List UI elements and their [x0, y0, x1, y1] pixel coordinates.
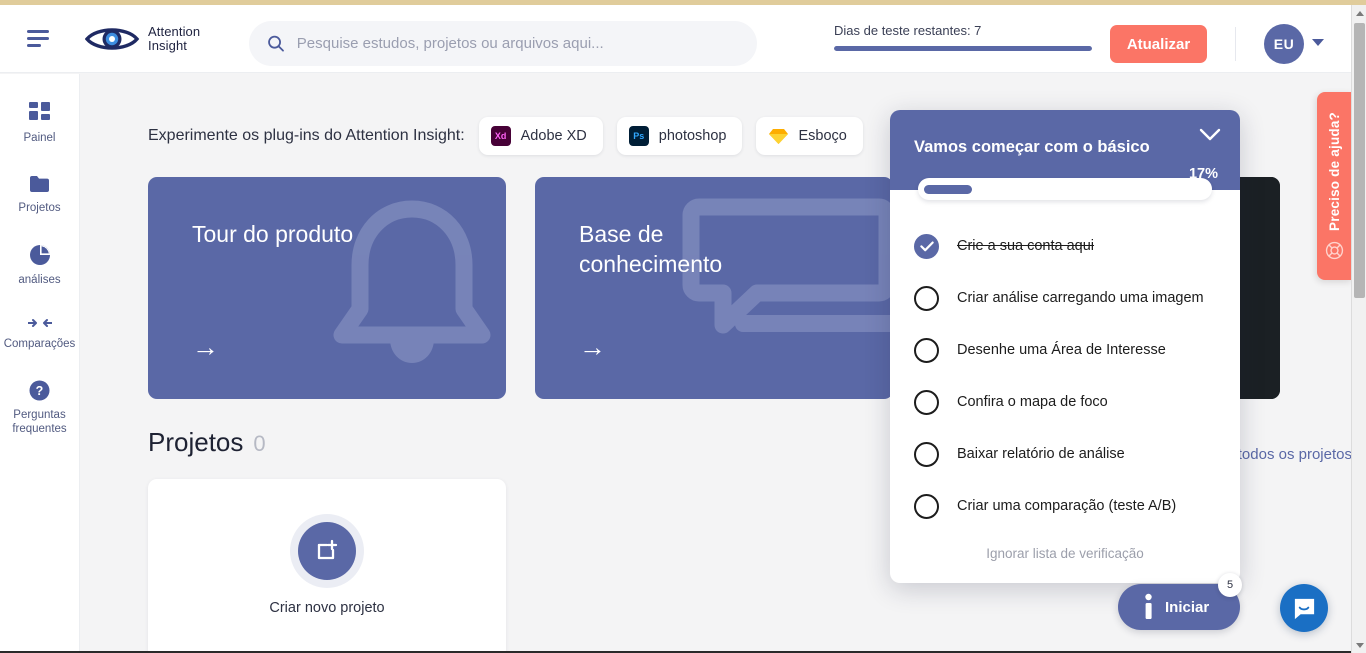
app-header: Attention Insight Dias de teste restante…	[0, 5, 1352, 73]
checklist-progress-fill	[924, 184, 972, 194]
plugin-label: Adobe XD	[520, 128, 587, 144]
checklist-item-label: Confira o mapa de foco	[957, 394, 1108, 410]
sidebar-item-painel[interactable]: Painel	[0, 102, 79, 145]
card-base-de-conhecimento[interactable]: Base de conhecimento →	[535, 177, 893, 399]
skip-checklist-link[interactable]: Ignorar lista de verificação	[890, 532, 1240, 583]
checklist-item[interactable]: Confira o mapa de foco	[890, 376, 1240, 428]
onboarding-checklist-panel: Vamos começar com o básico 17% Crie a su…	[890, 110, 1240, 583]
photoshop-icon: Ps	[628, 126, 649, 146]
app-root: Attention Insight Dias de teste restante…	[0, 0, 1366, 653]
card-title: Base de conhecimento	[579, 221, 723, 277]
logo-text-line1: Attention	[148, 23, 201, 39]
checklist-item-label: Desenhe uma Área de Interesse	[957, 342, 1166, 358]
header-divider	[1235, 27, 1236, 61]
checklist-item[interactable]: Desenhe uma Área de Interesse	[890, 324, 1240, 376]
search-icon	[268, 35, 284, 52]
hamburger-icon[interactable]	[27, 29, 53, 49]
chevron-down-icon[interactable]	[1199, 128, 1221, 147]
chat-icon	[682, 198, 893, 334]
sidebar-item-projetos[interactable]: Projetos	[0, 174, 79, 215]
create-new-project-card[interactable]: Criar novo projeto	[148, 479, 506, 653]
caret-up-icon[interactable]	[1352, 5, 1366, 21]
sidebar: Painel Projetos análises Comparações ? P…	[0, 74, 80, 653]
plugin-chip-photoshop[interactable]: Ps photoshop	[616, 117, 743, 155]
sidebar-item-comparacoes[interactable]: Comparações	[0, 316, 79, 351]
checklist-progress-bar	[918, 178, 1212, 200]
radio-circle-icon[interactable]	[914, 285, 939, 311]
grid-icon	[28, 102, 50, 120]
trial-days-label: Dias de teste restantes: 7	[834, 23, 982, 38]
checklist-items: Crie a sua conta aqui Criar análise carre…	[890, 200, 1240, 532]
trial-progress-bar	[834, 46, 1092, 51]
plugin-chip-adobe-xd[interactable]: Xd Adobe XD	[478, 117, 603, 155]
checklist-item[interactable]: Baixar relatório de análise	[890, 428, 1240, 480]
sidebar-item-perguntas-frequentes[interactable]: ? Perguntas frequentes	[0, 380, 79, 436]
sidebar-item-label: Projetos	[18, 202, 61, 214]
need-help-tab[interactable]: Preciso de ajuda?	[1317, 92, 1352, 280]
trial-status: Dias de teste restantes: 7	[834, 23, 1096, 51]
check-circle-icon[interactable]	[914, 233, 939, 259]
scrollbar-thumb[interactable]	[1354, 23, 1365, 298]
radio-circle-icon[interactable]	[914, 493, 939, 519]
lifebuoy-icon	[1325, 241, 1344, 260]
checklist-item-label: Crie a sua conta aqui	[957, 238, 1095, 254]
compare-arrows-icon	[27, 319, 52, 327]
need-help-label: Preciso de ajuda?	[1327, 112, 1342, 231]
create-new-project-label: Criar novo projeto	[269, 600, 385, 616]
checklist-item-label: Criar análise carregando uma imagem	[957, 290, 1204, 306]
sidebar-item-label: análises	[18, 274, 61, 286]
chevron-down-icon[interactable]	[1312, 39, 1324, 46]
search-box[interactable]	[249, 21, 757, 66]
avatar[interactable]: EU	[1264, 24, 1304, 64]
question-circle-icon: ?	[29, 380, 50, 401]
card-tour-do-produto[interactable]: Tour do produto →	[148, 177, 506, 399]
folder-icon	[29, 176, 49, 192]
sidebar-item-label: Comparações	[3, 338, 76, 350]
eye-logo-icon	[85, 27, 140, 50]
page-scrollbar[interactable]	[1351, 5, 1366, 653]
svg-text:?: ?	[36, 384, 44, 398]
add-file-icon	[298, 522, 356, 580]
info-icon	[1145, 593, 1152, 619]
page-title: Projetos	[148, 427, 244, 457]
projects-count: 0	[253, 431, 266, 456]
plugin-label: photoshop	[658, 128, 727, 144]
launcher-label: Iniciar	[1165, 598, 1210, 616]
card-arrow: →	[579, 332, 606, 362]
sidebar-item-label: Perguntas frequentes	[12, 409, 67, 435]
sidebar-item-analises[interactable]: análises	[0, 244, 79, 287]
upgrade-button[interactable]: Atualizar	[1110, 25, 1207, 63]
sketch-diamond-icon	[768, 126, 788, 146]
plugin-label: Esboço	[798, 128, 847, 144]
logo-text-line2: Insight	[148, 37, 188, 53]
card-title: Tour do produto	[192, 221, 354, 247]
checklist-item-label: Baixar relatório de análise	[957, 446, 1125, 462]
pie-chart-icon	[29, 245, 50, 265]
card-arrow: →	[192, 332, 219, 362]
checklist-item[interactable]: Crie a sua conta aqui	[890, 220, 1240, 272]
plugins-label: Experimente os plug-ins do Attention Ins…	[148, 127, 465, 144]
messenger-icon	[1294, 598, 1314, 619]
adobe-xd-icon: Xd	[490, 126, 511, 146]
search-input[interactable]	[296, 35, 739, 52]
sidebar-item-label: Painel	[23, 132, 56, 144]
checklist-title: Vamos começar com o básico	[914, 138, 1150, 156]
radio-circle-icon[interactable]	[914, 337, 939, 363]
checklist-item[interactable]: Criar uma comparação (teste A/B)	[890, 480, 1240, 532]
brand-logo[interactable]: Attention Insight	[85, 24, 200, 54]
checklist-item[interactable]: Criar análise carregando uma imagem	[890, 272, 1240, 324]
launcher-badge-count: 5	[1218, 573, 1242, 597]
intercom-messenger-button[interactable]	[1280, 584, 1328, 632]
caret-down-icon[interactable]	[1352, 637, 1366, 653]
plugin-chip-sketch[interactable]: Esboço	[756, 117, 863, 155]
radio-circle-icon[interactable]	[914, 441, 939, 467]
checklist-item-label: Criar uma comparação (teste A/B)	[957, 498, 1177, 514]
radio-circle-icon[interactable]	[914, 389, 939, 415]
